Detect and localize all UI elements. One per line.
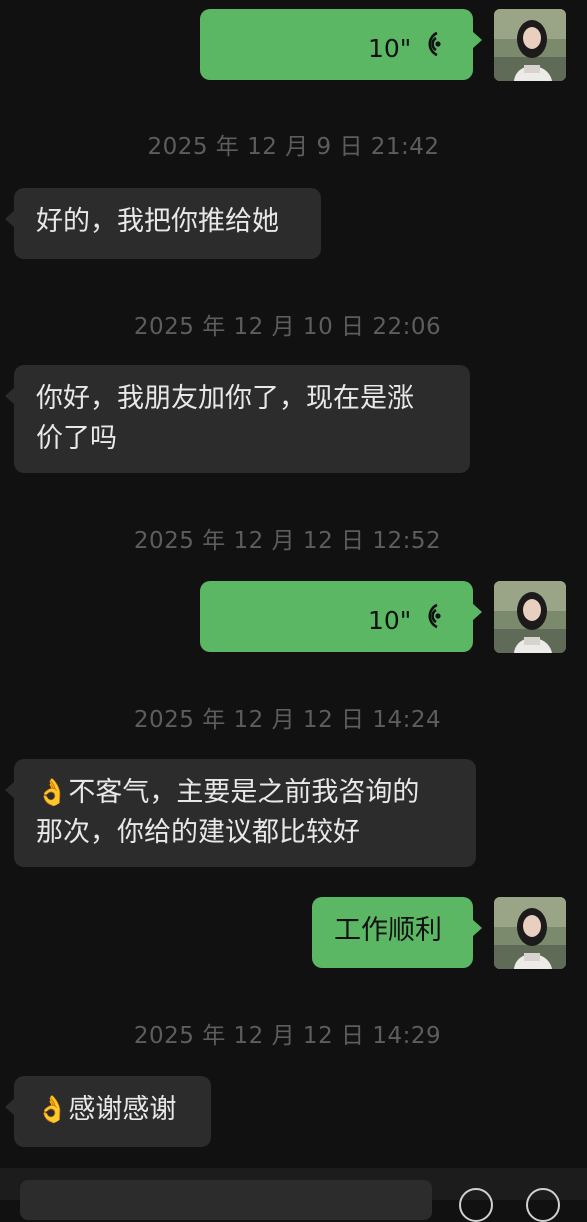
text-message-bubble[interactable]: 好的，我把你推给她 — [5, 188, 321, 259]
text-message-bubble[interactable]: 你好，我朋友加你了，现在是涨 价了吗 — [5, 365, 470, 473]
text-message-bubble[interactable]: 👌感谢感谢 — [5, 1076, 211, 1147]
text-message-bubble[interactable]: 👌不客气，主要是之前我咨询的 那次，你给的建议都比较好 — [5, 759, 476, 867]
message-text: 你好，我朋友加你了，现在是涨 — [36, 383, 414, 414]
timestamp: 2025 年 12 月 10 日 22:06 — [133, 314, 442, 340]
voice-wave-icon — [428, 603, 441, 629]
message-text: 价了吗 — [36, 423, 117, 454]
voice-message-bubble[interactable]: 10" — [200, 9, 482, 80]
timestamp: 2025 年 12 月 12 日 14:29 — [133, 1023, 442, 1049]
message-text: 不客气，主要是之前我咨询的 — [68, 777, 420, 808]
voice-message-bubble[interactable]: 10" — [200, 581, 482, 652]
ok-hand-icon: 👌 — [36, 778, 69, 808]
voice-duration: 10" — [368, 606, 412, 635]
user-avatar[interactable] — [494, 581, 566, 653]
voice-duration: 10" — [368, 34, 412, 63]
message-text: 感谢感谢 — [68, 1094, 177, 1125]
text-message-bubble[interactable]: 工作顺利 — [312, 897, 482, 968]
ok-hand-icon: 👌 — [36, 1095, 69, 1125]
timestamp: 2025 年 12 月 12 日 12:52 — [133, 528, 442, 554]
message-text: 那次，你给的建议都比较好 — [36, 817, 360, 848]
message-text: 工作顺利 — [334, 915, 442, 946]
voice-wave-icon — [428, 31, 441, 57]
timestamp: 2025 年 12 月 12 日 14:24 — [133, 707, 442, 733]
message-input[interactable] — [20, 1180, 432, 1220]
emoji-button[interactable] — [459, 1188, 493, 1222]
message-text: 好的，我把你推给她 — [36, 206, 279, 237]
more-button[interactable] — [526, 1188, 560, 1222]
timestamp: 2025 年 12 月 9 日 21:42 — [147, 134, 440, 160]
user-avatar[interactable] — [494, 9, 566, 81]
user-avatar[interactable] — [494, 897, 566, 969]
